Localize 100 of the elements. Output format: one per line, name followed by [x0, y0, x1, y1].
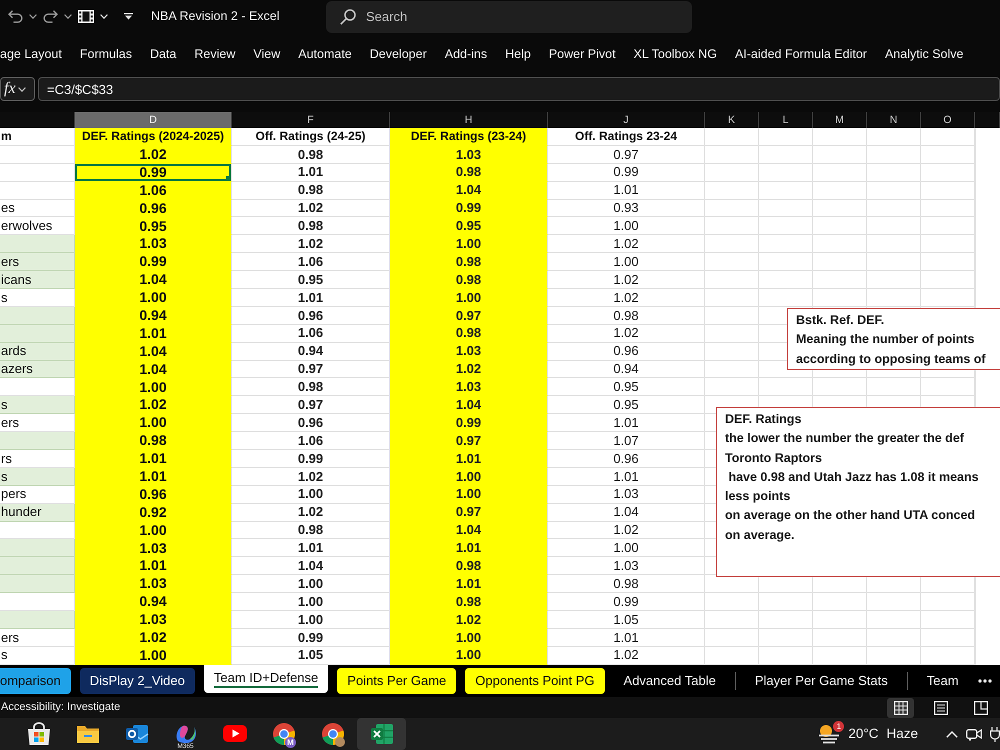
table-cell: 1.00 — [75, 378, 232, 396]
table-cell: s — [0, 396, 75, 414]
plug-icon[interactable] — [990, 726, 1000, 742]
table-cell — [867, 164, 921, 182]
ribbon-tab[interactable]: Data — [150, 44, 176, 64]
redo-icon[interactable] — [43, 10, 58, 23]
sheet-tab[interactable]: omparison — [0, 668, 71, 694]
table-cell: 0.98 — [390, 253, 548, 272]
table-cell — [921, 271, 975, 290]
ribbon-tab[interactable]: Automate — [298, 44, 352, 64]
table-cell: 0.99 — [548, 593, 705, 612]
table-cell: 1.06 — [232, 253, 390, 272]
ribbon-tab[interactable]: Add-ins — [444, 44, 488, 64]
ribbon-tab[interactable]: Review — [194, 44, 236, 64]
more-icon[interactable] — [978, 679, 992, 683]
table-cell: 0.94 — [75, 306, 232, 325]
table-cell — [705, 306, 759, 325]
ribbon-tab[interactable]: XL Toolbox NG — [634, 44, 717, 64]
sheet-tab[interactable]: Opponents Point PG — [465, 668, 605, 694]
table-cell: 0.94 — [232, 342, 390, 361]
table-cell: 0.98 — [548, 575, 705, 594]
customize-icon[interactable] — [124, 13, 133, 20]
sheet-tab[interactable]: Points Per Game — [337, 668, 456, 694]
table-cell: 0.97 — [390, 504, 548, 522]
note-text: Bstk. Ref. DEF. Meaning the number of points according to opposing teams of — [796, 312, 987, 368]
table-cell: 1.03 — [75, 611, 232, 629]
weather-icon[interactable] — [818, 724, 840, 744]
table-cell — [867, 271, 921, 290]
camera-icon[interactable] — [966, 727, 982, 741]
table-cell: 1.06 — [75, 182, 232, 200]
table-cell — [705, 342, 759, 361]
sheet-tab[interactable]: Advanced Table — [614, 668, 726, 694]
ribbon-tab[interactable]: Help — [505, 44, 531, 64]
status-text: Accessibility: Investigate — [1, 700, 120, 714]
sheet-tab[interactable]: Team — [916, 668, 969, 694]
table-cell: 1.03 — [390, 378, 548, 396]
sheet-tab[interactable]: DisPlay 2_Video — [80, 668, 195, 694]
table-cell: 1.01 — [548, 182, 705, 200]
page-icon — [934, 700, 948, 714]
table-cell: ers — [0, 253, 75, 272]
table-cell: 1.04 — [390, 396, 548, 414]
ribbon-tab[interactable]: Analytic Solve — [884, 44, 964, 64]
table-cell: 1.04 — [548, 504, 705, 522]
window-title: NBA Revision 2 - Excel — [151, 9, 281, 24]
table-cell — [813, 217, 867, 236]
film-icon[interactable] — [78, 10, 94, 23]
page-break-icon — [974, 700, 988, 714]
table-cell — [813, 182, 867, 200]
temperature-text: 20°C — [848, 726, 878, 742]
table-cell — [813, 164, 867, 182]
table-cell: 1.02 — [232, 504, 390, 522]
table-cell: 1.01 — [75, 557, 232, 576]
table-cell: 1.00 — [75, 414, 232, 432]
chevron-up-icon[interactable] — [946, 730, 958, 738]
table-cell: hunder — [0, 504, 75, 522]
table-cell — [921, 235, 975, 254]
table-cell — [759, 164, 813, 182]
caret-icon[interactable] — [29, 14, 37, 19]
table-cell: 1.06 — [232, 324, 390, 343]
table-cell: 1.00 — [75, 522, 232, 540]
column-heading: DEF. Ratings (23-24) — [390, 128, 548, 146]
search-field[interactable]: Search — [326, 0, 692, 32]
table-cell — [813, 593, 867, 612]
table-cell: 1.03 — [75, 575, 232, 594]
ribbon-tab[interactable]: View — [253, 44, 280, 64]
table-cell — [813, 235, 867, 254]
note-text: DEF. Ratings the lower the number the greater the def Toronto Raptors have 0.98 and Utah Jazz has 1.08 it means less points on average on the other hand UTA conced on average. — [725, 411, 980, 544]
table-cell — [705, 217, 759, 236]
insert-function-button[interactable]: fx — [0, 77, 35, 101]
undo-icon[interactable] — [8, 10, 23, 23]
table-cell: 1.00 — [75, 289, 232, 307]
ribbon-tab[interactable]: Developer — [370, 44, 427, 64]
table-cell: 1.00 — [232, 575, 390, 594]
table-cell: 0.96 — [548, 450, 705, 468]
ribbon-tab[interactable]: Power Pivot — [548, 44, 616, 64]
table-cell: 1.01 — [75, 450, 232, 468]
table-cell: 0.92 — [75, 504, 232, 522]
table-cell — [705, 360, 759, 378]
column-header[interactable]: D — [75, 112, 232, 128]
table-cell: 1.00 — [390, 628, 548, 647]
caret-icon[interactable] — [64, 14, 72, 19]
table-cell: 1.00 — [390, 289, 548, 307]
table-cell: 1.01 — [232, 539, 390, 558]
table-cell: 1.00 — [75, 646, 232, 665]
ribbon-tab[interactable]: Formulas — [80, 44, 132, 64]
table-cell — [921, 128, 975, 146]
sheet-tab[interactable]: Team ID+Defense — [204, 665, 328, 693]
formula-field[interactable]: =C3/$C$33 — [38, 77, 1000, 101]
taskbar-button[interactable]: M — [259, 718, 308, 750]
table-cell: 1.01 — [232, 164, 390, 182]
table-cell — [921, 611, 975, 629]
ribbon-tab[interactable]: age Layout — [0, 44, 62, 64]
view-button[interactable] — [887, 698, 914, 718]
table-cell — [867, 253, 921, 272]
table-cell — [813, 611, 867, 629]
ribbon-tab[interactable]: AI-aided Formula Editor — [734, 44, 867, 64]
table-cell — [813, 271, 867, 290]
table-cell — [705, 200, 759, 218]
sheet-tab[interactable]: Player Per Game Stats — [744, 668, 898, 694]
table-cell: 1.03 — [548, 557, 705, 576]
